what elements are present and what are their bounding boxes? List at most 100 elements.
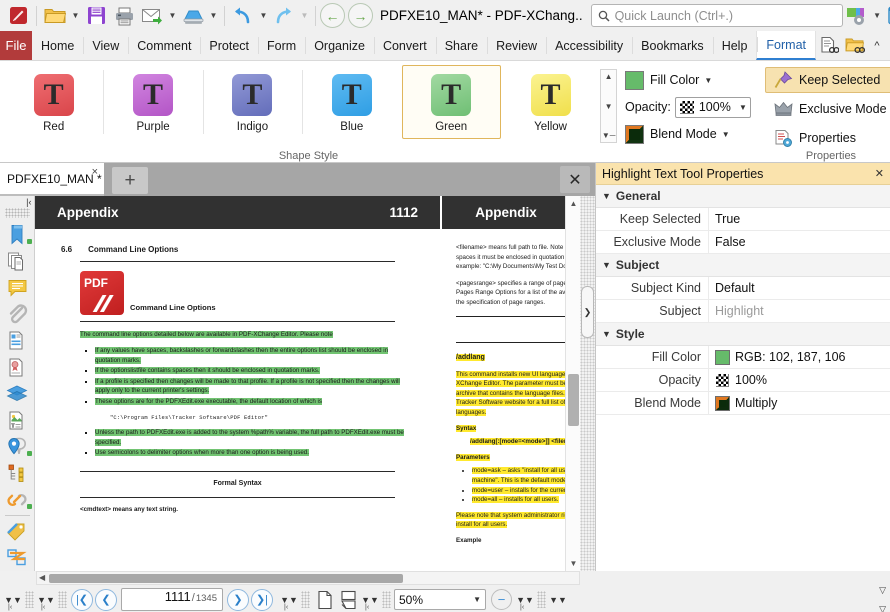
two-page-view-button[interactable] <box>337 589 361 611</box>
toolbar-overflow-4[interactable]: ▼▼ |‹ <box>361 595 379 611</box>
nav-pages[interactable] <box>1 248 34 275</box>
gallery-scroll-buttons[interactable]: ▲ ▼ ▼─ <box>600 69 617 143</box>
pdf-page-left[interactable]: Appendix 1112 6.6 Command Line Options P… <box>35 196 440 571</box>
property-group-subject[interactable]: ▼ Subject <box>596 254 890 277</box>
fill-color-button[interactable]: Fill Color ▼ <box>625 69 751 91</box>
chevron-down-icon[interactable]: ▼ <box>602 329 611 339</box>
tab-organize[interactable]: Organize <box>305 31 374 60</box>
expand-status-icon[interactable]: ▽ <box>879 604 886 612</box>
tab-convert[interactable]: Convert <box>373 31 436 60</box>
tab-form[interactable]: Form <box>258 31 305 60</box>
nav-model-tree[interactable] <box>1 460 34 487</box>
open-file-button[interactable] <box>41 2 69 29</box>
pane-splitter[interactable]: ❯ <box>580 196 595 571</box>
scroll-down-icon[interactable]: ▼ <box>566 556 581 571</box>
close-icon[interactable]: × <box>92 166 98 178</box>
new-tab-button[interactable]: + <box>112 167 148 194</box>
undo-dropdown[interactable]: ▼ <box>257 2 270 29</box>
property-row-subject-kind[interactable]: Subject Kind Default <box>596 276 890 300</box>
redo-button[interactable] <box>270 2 298 29</box>
toolbar-overflow-1[interactable]: ▼▼ |‹ <box>4 595 22 611</box>
toolbar-grip-2[interactable] <box>58 591 67 608</box>
property-row-exclusive-mode[interactable]: Exclusive Mode False <box>596 230 890 254</box>
shape-style-blue[interactable]: T Blue <box>302 65 401 139</box>
tab-bookmarks[interactable]: Bookmarks <box>632 31 713 60</box>
nav-bookmarks[interactable] <box>1 221 34 248</box>
splitter-handle[interactable]: ❯ <box>581 286 594 338</box>
settings-dropdown[interactable]: ▼ <box>871 2 884 29</box>
pane-grip[interactable] <box>4 207 30 219</box>
document-view[interactable]: Appendix 1112 6.6 Command Line Options P… <box>35 196 580 571</box>
quick-launch-box[interactable]: Quick Launch (Ctrl+.) <box>590 4 843 27</box>
toolbar-grip-4[interactable] <box>382 591 391 608</box>
shape-style-green[interactable]: T Green <box>401 65 501 139</box>
open-file-dropdown[interactable]: ▼ <box>69 2 82 29</box>
property-value-wrap[interactable]: Multiply <box>709 395 777 411</box>
previous-page-button[interactable]: ❮ <box>95 588 117 611</box>
chevron-down-icon[interactable]: ▼ <box>722 130 730 139</box>
tab-view[interactable]: View <box>83 31 128 60</box>
opacity-input[interactable]: 100% ▼ <box>674 96 751 118</box>
tab-format[interactable]: Format <box>756 31 816 60</box>
redo-dropdown[interactable]: ▼ <box>298 2 311 29</box>
status-bar-far-right[interactable]: ▽ ▽ <box>879 585 886 612</box>
toolbar-overflow-2[interactable]: ▼▼ |‹ <box>37 595 55 611</box>
email-dropdown[interactable]: ▼ <box>166 2 179 29</box>
nav-fields[interactable] <box>1 327 34 354</box>
close-icon[interactable]: ✕ <box>875 167 884 180</box>
chevron-down-icon[interactable]: ▼ <box>473 595 481 604</box>
property-group-style[interactable]: ▼ Style <box>596 323 890 346</box>
property-value-wrap[interactable]: RGB: 102, 187, 106 <box>709 349 846 365</box>
search-document-icon[interactable] <box>816 33 842 59</box>
tab-review[interactable]: Review <box>487 31 546 60</box>
print-button[interactable] <box>110 2 138 29</box>
shape-style-red[interactable]: T Red <box>4 65 103 139</box>
nav-signatures[interactable] <box>1 354 34 381</box>
fullscreen-icon[interactable] <box>884 2 890 29</box>
pdf-page-right[interactable]: Appendix <filename> means full path to f… <box>442 196 580 571</box>
chevron-down-icon[interactable]: ▼ <box>602 260 611 270</box>
nav-comments[interactable] <box>1 274 34 301</box>
property-value[interactable]: Highlight <box>709 304 764 318</box>
property-row-opacity[interactable]: Opacity 100% <box>596 368 890 392</box>
zoom-level-input[interactable]: 50% ▼ <box>394 589 486 610</box>
scrollbar-thumb[interactable] <box>49 574 403 583</box>
toolbar-overflow-6[interactable]: ▼▼ <box>549 595 567 605</box>
property-row-keep-selected[interactable]: Keep Selected True <box>596 207 890 231</box>
tab-file[interactable]: File <box>0 31 33 60</box>
nav-tags[interactable] <box>1 518 34 545</box>
keep-selected-button[interactable]: Keep Selected <box>765 67 890 93</box>
property-group-general[interactable]: ▼ General <box>596 185 890 208</box>
search-folder-icon[interactable] <box>842 33 868 59</box>
forward-button[interactable]: → <box>348 3 373 28</box>
tab-protect[interactable]: Protect <box>200 31 258 60</box>
chevron-down-icon[interactable]: ▼ <box>602 191 611 201</box>
nav-layers[interactable] <box>1 380 34 407</box>
toolbar-overflow-3[interactable]: ▼▼ |‹ <box>280 595 298 611</box>
next-page-button[interactable]: ❯ <box>227 588 249 611</box>
save-file-button[interactable] <box>82 2 110 29</box>
single-page-view-button[interactable] <box>313 589 337 611</box>
property-value[interactable]: Default <box>709 281 755 295</box>
last-page-button[interactable]: ❯| <box>251 588 273 611</box>
gallery-scroll-down-icon[interactable]: ▼ <box>605 102 613 111</box>
toolbar-grip-3[interactable] <box>301 591 310 608</box>
nav-attachments[interactable] <box>1 301 34 328</box>
exclusive-mode-button[interactable]: Exclusive Mode <box>765 96 890 122</box>
settings-icon[interactable] <box>843 2 871 29</box>
page-number-input[interactable]: 1111 / 1345 <box>121 588 223 611</box>
property-row-fill-color[interactable]: Fill Color RGB: 102, 187, 106 <box>596 345 890 369</box>
properties-button[interactable]: Properties <box>765 125 890 151</box>
collapse-ribbon-button[interactable]: ^ <box>868 40 886 52</box>
tab-home[interactable]: Home <box>32 31 83 60</box>
property-value[interactable]: False <box>709 235 746 249</box>
property-row-blend-mode[interactable]: Blend Mode Multiply <box>596 391 890 415</box>
scroll-up-icon[interactable]: ▲ <box>566 196 581 211</box>
back-button[interactable]: ← <box>320 3 345 28</box>
property-row-subject[interactable]: Subject Highlight <box>596 299 890 323</box>
blend-mode-button[interactable]: Blend Mode ▼ <box>625 123 751 145</box>
close-document-button[interactable]: ✕ <box>560 166 590 193</box>
shape-style-indigo[interactable]: T Indigo <box>202 65 302 139</box>
scanner-dropdown[interactable]: ▼ <box>207 2 220 29</box>
document-tab[interactable]: PDFXE10_MAN * × <box>0 163 104 196</box>
